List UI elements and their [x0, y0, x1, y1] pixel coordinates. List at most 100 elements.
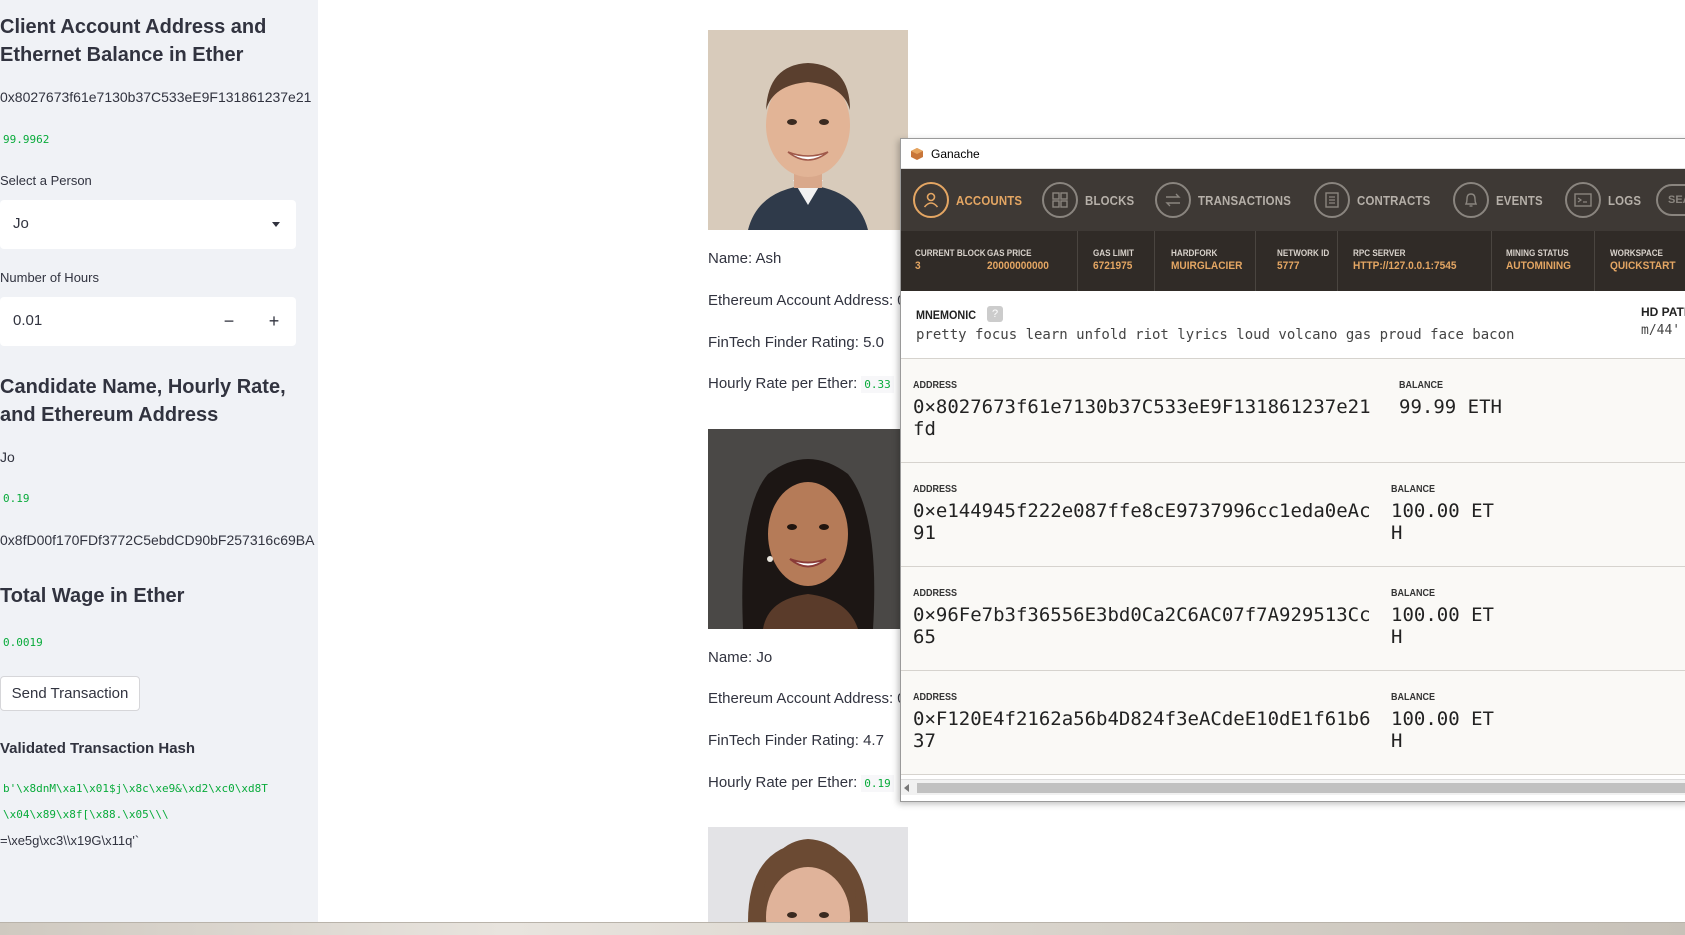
increment-button[interactable]: + — [255, 305, 293, 337]
account-address: 0x8027673f61e7130b37C533eE9F131861237e21 — [0, 89, 312, 105]
nav-logs-label: LOGS — [1608, 192, 1642, 208]
select-person-dropdown[interactable]: Jo — [0, 200, 296, 249]
status-gas-limit: GAS LIMIT 6721975 — [1093, 248, 1134, 272]
ganache-logo-icon — [911, 148, 923, 160]
balance-label: BALANCE — [1399, 380, 1444, 391]
terminal-icon — [1565, 182, 1601, 218]
hash-line-1: b'\x8dnM\xa1\x01$j\x8c\xe9&\xd2\xc0\xd8T — [0, 780, 271, 797]
account-address: 0×8027673f61e7130b37C533eE9F131861237e21… — [913, 396, 1371, 440]
document-icon — [1314, 182, 1350, 218]
nav-events-label: EVENTS — [1496, 192, 1543, 208]
address-label: ADDRESS — [913, 588, 958, 599]
account-balance: 99.99 ETH — [1399, 396, 1502, 418]
mnemonic-value: pretty focus learn unfold riot lyrics lo… — [916, 327, 1515, 343]
account-row[interactable]: ADDRESS 0×e144945f222e087ffe8cE9737996cc… — [901, 463, 1685, 567]
account-row[interactable]: ADDRESS 0×F120E4f2162a56b4D824f3eACdeE10… — [901, 671, 1685, 775]
nav-blocks[interactable]: BLOCKS — [1042, 182, 1141, 218]
candidate-1-rating: FinTech Finder Rating: 5.0 — [708, 334, 884, 351]
candidate-2-address: Ethereum Account Address: 0 — [708, 690, 906, 707]
status-network-id: NETWORK ID 5777 — [1277, 248, 1330, 272]
candidate-address: 0x8fD00f170FDf3772C5ebdCD90bF257316c69BA — [0, 532, 315, 548]
candidate-1-rate: 0.33 — [861, 376, 894, 393]
nav-blocks-label: BLOCKS — [1085, 192, 1135, 208]
scroll-left-icon[interactable] — [904, 784, 909, 792]
candidate-name: Jo — [0, 449, 15, 465]
candidate-2-rate: 0.19 — [861, 775, 894, 792]
nav-contracts-label: CONTRACTS — [1357, 192, 1431, 208]
hash-line-3: =\xe5g\xc3\\x19G\x11q'` — [0, 833, 140, 848]
user-icon — [913, 182, 949, 218]
candidate-1-rate-row: Hourly Rate per Ether: 0.33 — [708, 375, 894, 393]
taskbar-strip — [0, 922, 1685, 935]
candidate-2-rate-row: Hourly Rate per Ether: 0.19 — [708, 774, 894, 792]
candidate-2-name: Name: Jo — [708, 649, 773, 666]
ganache-window: Ganache ACCOUNTS BLOCKS TRANSACTIONS CON… — [900, 138, 1685, 802]
hours-input[interactable]: 0.01 − + — [0, 297, 296, 346]
account-heading: Client Account Address and Ethernet Bala… — [0, 16, 267, 66]
balance-label: BALANCE — [1391, 588, 1436, 599]
balance-label: BALANCE — [1391, 484, 1436, 495]
account-address: 0×96Fe7b3f36556E3bd0Ca2C6AC07f7A929513Cc… — [913, 604, 1371, 648]
nav-events[interactable]: EVENTS — [1453, 182, 1549, 218]
mnemonic-label: MNEMONIC — [916, 308, 977, 322]
hours-label: Number of Hours — [0, 270, 99, 285]
ganache-status-bar: CURRENT BLOCK 3 GAS PRICE 20000000000 GAS … — [901, 231, 1685, 291]
blocks-icon — [1042, 182, 1078, 218]
chevron-down-icon — [272, 222, 280, 227]
scrollbar-thumb[interactable] — [917, 783, 1685, 793]
status-hardfork: HARDFORK MUIRGLACIER — [1171, 248, 1243, 272]
wage-value: 0.0019 — [0, 634, 46, 651]
candidate-2-rate-label: Hourly Rate per Ether: — [708, 774, 858, 791]
nav-logs[interactable]: LOGS — [1565, 182, 1646, 218]
wage-heading: Total Wage in Ether — [0, 585, 185, 607]
candidate-1-rate-label: Hourly Rate per Ether: — [708, 375, 858, 392]
mnemonic-panel: MNEMONIC ? pretty focus learn unfold rio… — [901, 291, 1685, 359]
sidebar: Client Account Address and Ethernet Bala… — [0, 0, 318, 922]
search-input[interactable]: SEA — [1656, 184, 1685, 216]
account-address: 0×e144945f222e087ffe8cE9737996cc1eda0eAc… — [913, 500, 1371, 544]
account-balance: 99.9962 — [0, 131, 53, 148]
account-row[interactable]: ADDRESS 0×8027673f61e7130b37C533eE9F1318… — [901, 359, 1685, 463]
candidate-heading: Candidate Name, Hourly Rate, and Ethereu… — [0, 376, 286, 426]
candidate-2-rating: FinTech Finder Rating: 4.7 — [708, 732, 884, 749]
hash-line-2: \x04\x89\x8f[\x88.\x05\\\ — [0, 806, 172, 823]
horizontal-scrollbar[interactable] — [901, 779, 1685, 795]
status-current-block: CURRENT BLOCK 3 — [915, 248, 986, 272]
transfer-icon — [1155, 182, 1191, 218]
hd-path-value: m/44' — [1641, 323, 1681, 338]
nav-accounts[interactable]: ACCOUNTS — [913, 182, 1031, 218]
ganache-titlebar: Ganache — [901, 139, 1685, 169]
help-icon[interactable]: ? — [987, 306, 1003, 322]
nav-accounts-label: ACCOUNTS — [956, 192, 1023, 208]
status-rpc-server: RPC SERVER HTTP://127.0.0.1:7545 — [1353, 248, 1457, 272]
account-row[interactable]: ADDRESS 0×96Fe7b3f36556E3bd0Ca2C6AC07f7A… — [901, 567, 1685, 671]
decrement-button[interactable]: − — [210, 305, 248, 337]
select-person-label: Select a Person — [0, 173, 92, 188]
balance-label: BALANCE — [1391, 692, 1436, 703]
address-label: ADDRESS — [913, 484, 958, 495]
hash-heading: Validated Transaction Hash — [0, 740, 196, 757]
hd-path-label: HD PATH — [1641, 305, 1685, 319]
account-balance: 100.00 ETH — [1391, 708, 1494, 752]
address-label: ADDRESS — [913, 380, 958, 391]
send-transaction-button[interactable]: Send Transaction — [0, 676, 140, 711]
status-mining: MINING STATUS AUTOMINING — [1506, 248, 1572, 272]
account-balance: 100.00 ETH — [1391, 604, 1494, 648]
ganache-nav: ACCOUNTS BLOCKS TRANSACTIONS CONTRACTS E… — [901, 169, 1685, 231]
select-person-value: Jo — [13, 215, 29, 232]
address-label: ADDRESS — [913, 692, 958, 703]
status-gas-price: GAS PRICE 20000000000 — [987, 248, 1049, 272]
nav-transactions-label: TRANSACTIONS — [1198, 192, 1292, 208]
candidate-1-name: Name: Ash — [708, 250, 782, 267]
candidate-photo-3 — [708, 827, 908, 922]
nav-transactions[interactable]: TRANSACTIONS — [1155, 182, 1304, 218]
account-balance: 100.00 ETH — [1391, 500, 1494, 544]
hours-value: 0.01 — [13, 312, 43, 329]
candidate-rate: 0.19 — [0, 490, 33, 507]
ganache-title: Ganache — [931, 147, 980, 161]
nav-contracts[interactable]: CONTRACTS — [1314, 182, 1440, 218]
candidate-photo-ash — [708, 30, 908, 230]
account-address: 0×F120E4f2162a56b4D824f3eACdeE10dE1f61b6… — [913, 708, 1371, 752]
status-workspace: WORKSPACE QUICKSTART — [1610, 248, 1676, 272]
candidate-photo-jo — [708, 429, 908, 629]
